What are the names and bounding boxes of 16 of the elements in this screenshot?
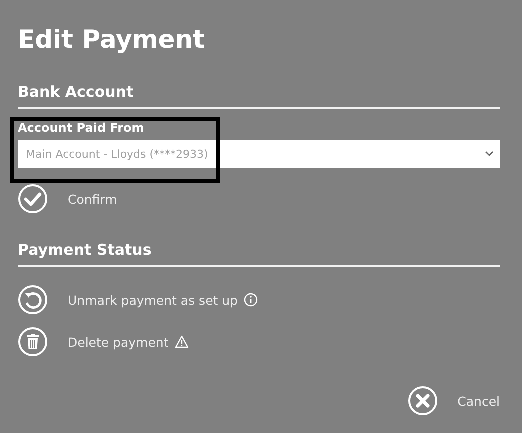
unmark-button[interactable]: Unmark payment as set up [18, 285, 500, 315]
check-icon [18, 184, 48, 214]
close-icon [408, 386, 438, 416]
account-select[interactable]: Main Account - Lloyds (****2933) [18, 140, 500, 168]
confirm-button[interactable]: Confirm [18, 184, 500, 214]
cancel-button[interactable]: Cancel [408, 386, 500, 416]
trash-icon [18, 327, 48, 357]
warning-icon [174, 334, 189, 348]
delete-button[interactable]: Delete payment [18, 327, 500, 357]
page-title: Edit Payment [18, 24, 206, 56]
refresh-icon [18, 285, 48, 315]
field-label: Account Paid From [18, 121, 144, 135]
info-icon [244, 292, 258, 306]
section-heading: Payment Status [18, 240, 500, 267]
chevron-icon [485, 151, 494, 157]
section-heading: Bank Account [18, 82, 500, 109]
